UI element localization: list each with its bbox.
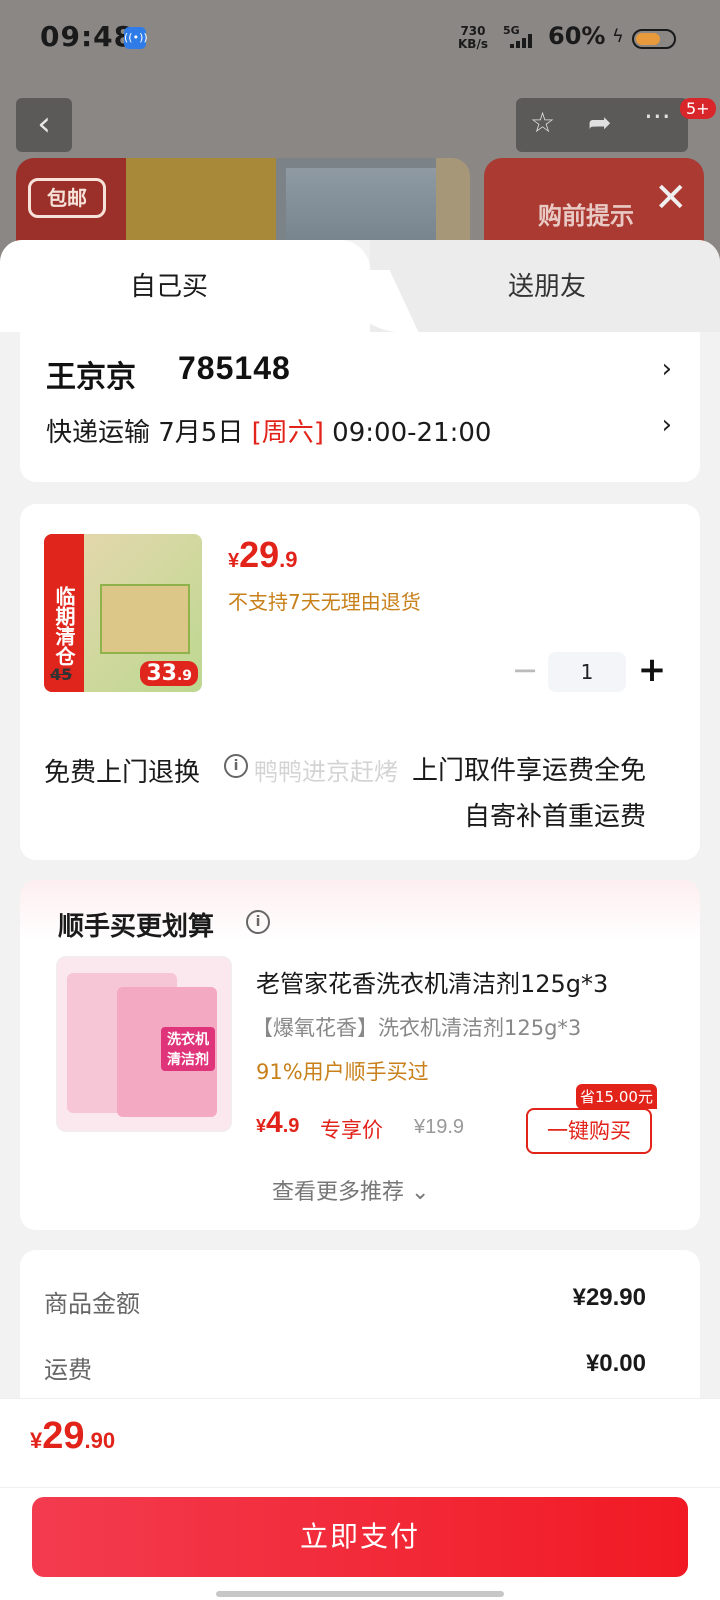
delivery-time-window: 09:00-21:00: [323, 418, 492, 448]
recommended-product-image[interactable]: 洗衣机清洁剂: [56, 956, 232, 1132]
close-icon[interactable]: ✕: [654, 178, 688, 218]
no-return-notice: 不支持7天无理由退货: [228, 590, 421, 614]
free-return-label: 免费上门退换: [44, 758, 201, 788]
recommended-product-subtitle: 【爆氧花香】洗衣机清洁剂125g*3: [252, 1016, 582, 1040]
return-policy-line2: 自寄补首重运费: [463, 802, 646, 832]
favorite-star-icon[interactable]: ☆: [530, 106, 555, 139]
back-button[interactable]: ‹: [16, 98, 72, 152]
price-currency: ¥: [256, 1116, 267, 1136]
message-badge: 5+: [680, 98, 716, 119]
price-int: 4: [266, 1106, 283, 1139]
status-bar: 09:48 ((•)) 730 KB/s 5G 60% ϟ: [0, 0, 720, 80]
summary-label-goods: 商品金额: [44, 1290, 140, 1318]
quantity-stepper: − 1 +: [510, 650, 670, 694]
recommendation-title: 顺手买更划算: [58, 912, 215, 942]
price-dec: .9: [282, 1115, 300, 1137]
top-action-bar: ☆ ➦ ···: [516, 98, 688, 152]
purchase-mode-tabs: 自己买 送朋友: [0, 240, 720, 332]
image-new-price-dec: .9: [176, 668, 192, 684]
more-recommendations-link[interactable]: 查看更多推荐 ⌄: [272, 1174, 429, 1206]
watermark: 鸭鸭进京赶烤: [254, 758, 398, 786]
total-price: ¥29.90: [30, 1415, 115, 1458]
home-indicator[interactable]: [216, 1591, 504, 1597]
summary-label-shipping: 运费: [44, 1356, 92, 1384]
original-price: ¥19.9: [414, 1116, 465, 1138]
summary-value-shipping: ¥0.00: [585, 1350, 646, 1377]
signal-icon: [510, 34, 536, 48]
delivery-weekday: [周六]: [251, 418, 324, 448]
price-int: 29: [239, 534, 280, 575]
product-image[interactable]: 临期清仓 45 33.9: [44, 534, 202, 692]
recommended-price: ¥4.9: [256, 1106, 299, 1140]
buy-rate: 91%用户顺手买过: [256, 1060, 429, 1084]
battery-icon: [632, 29, 676, 49]
plus-button[interactable]: +: [634, 650, 670, 690]
price-currency: ¥: [228, 550, 240, 572]
divider: [0, 1487, 720, 1488]
exclusive-price-label: 专享价: [320, 1118, 383, 1142]
pay-now-button[interactable]: 立即支付: [32, 1497, 688, 1577]
total-dec: .90: [84, 1428, 116, 1453]
package-label: 洗衣机清洁剂: [161, 1027, 215, 1071]
summary-value-goods: ¥29.90: [572, 1284, 646, 1311]
checkout-sheet: 自己买 送朋友 王京京 785148 › 快递运输 7月5日 [周六] 09:0…: [0, 240, 720, 1600]
network-speed: 730 KB/s: [458, 25, 488, 51]
charging-icon: ϟ: [612, 26, 624, 47]
chevron-right-icon[interactable]: ›: [662, 410, 672, 440]
total-int: 29: [42, 1415, 85, 1457]
price-dec: .9: [279, 547, 298, 572]
image-new-price-int: 33: [146, 661, 177, 686]
address-card[interactable]: 王京京 785148 › 快递运输 7月5日 [周六] 09:00-21:00 …: [20, 332, 700, 482]
quantity-input[interactable]: 1: [548, 652, 626, 692]
minus-button[interactable]: −: [510, 650, 540, 690]
recipient-code: 785148: [178, 350, 291, 386]
return-policy-line1: 上门取件享运费全免: [411, 756, 646, 786]
network-speed-unit: KB/s: [458, 37, 488, 51]
pre-purchase-tip-label: 购前提示: [538, 202, 634, 230]
chevron-right-icon[interactable]: ›: [662, 354, 672, 384]
delivery-method-date: 快递运输 7月5日: [46, 418, 252, 448]
checkout-footer: ¥29.90 立即支付: [0, 1398, 720, 1600]
battery-percent: 60%: [548, 22, 606, 50]
delivery-time[interactable]: 快递运输 7月5日 [周六] 09:00-21:00: [46, 412, 491, 449]
product-card: 临期清仓 45 33.9 ¥29.9 不支持7天无理由退货 − 1 + 免费上门…: [20, 504, 700, 860]
product-box-image: [100, 584, 190, 654]
total-currency: ¥: [30, 1428, 43, 1453]
image-old-price: 45: [50, 665, 73, 684]
recipient-name: 王京京: [46, 360, 136, 395]
recommended-product-name[interactable]: 老管家花香洗衣机清洁剂125g*3: [256, 964, 608, 999]
one-click-buy-button[interactable]: 一键购买: [526, 1108, 652, 1154]
nfc-icon: ((•)): [124, 27, 148, 49]
save-tag: 省15.00元: [576, 1084, 657, 1109]
info-icon[interactable]: i: [224, 754, 248, 778]
status-time: 09:48: [40, 20, 135, 53]
share-icon[interactable]: ➦: [588, 106, 611, 139]
tab-gift-friend-label: 送朋友: [508, 272, 587, 302]
recommendation-card: 顺手买更划算 i 洗衣机清洁剂 老管家花香洗衣机清洁剂125g*3 【爆氧花香】…: [20, 880, 700, 1230]
tab-self-buy-label: 自己买: [130, 272, 209, 302]
image-new-price: 33.9: [140, 661, 198, 686]
more-icon[interactable]: ···: [644, 100, 671, 133]
baoyou-badge: 包邮: [28, 178, 106, 218]
info-icon[interactable]: i: [246, 910, 270, 934]
product-price: ¥29.9: [228, 534, 298, 576]
